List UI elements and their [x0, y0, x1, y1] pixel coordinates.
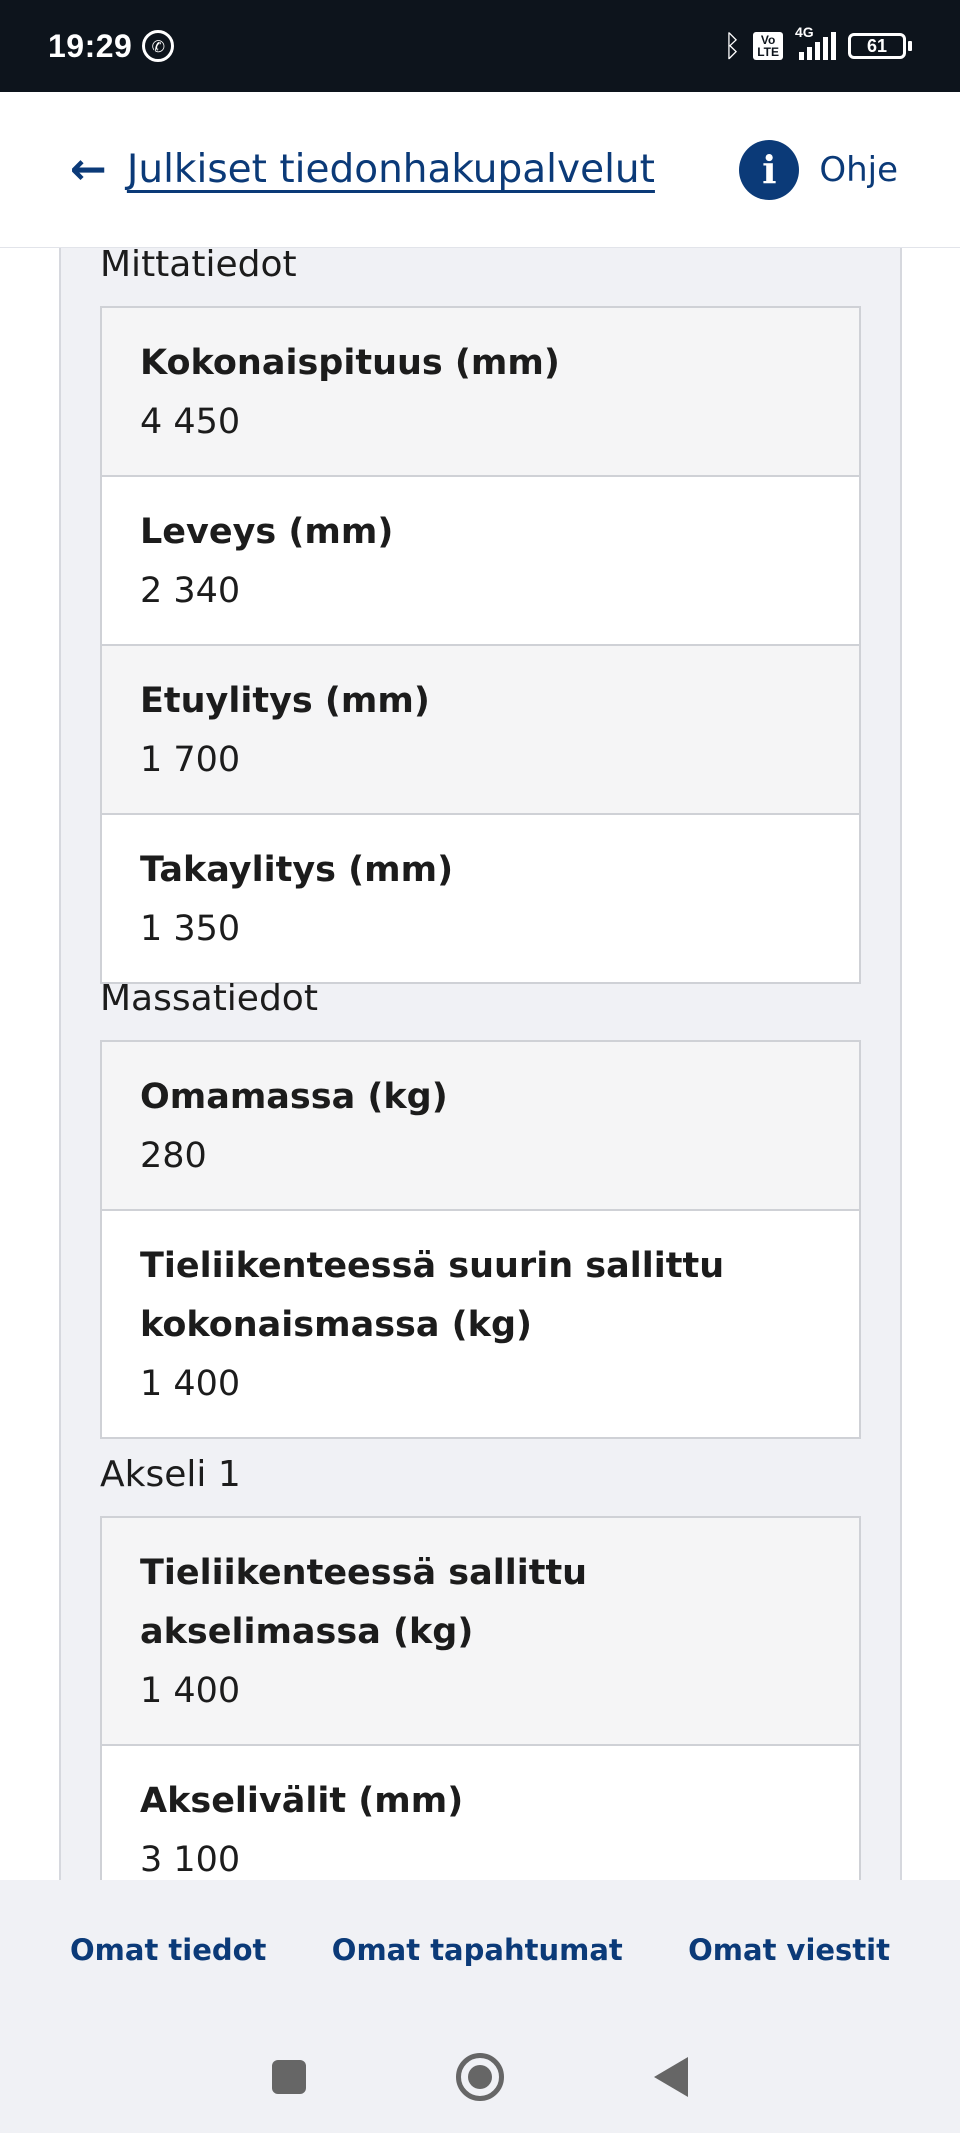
- section-title-massatiedot: Massatiedot: [100, 978, 318, 1019]
- row-label: Leveys (mm): [140, 512, 394, 552]
- list-item: Omamassa (kg) 280: [102, 1042, 859, 1209]
- row-label: Takaylitys (mm): [140, 850, 454, 890]
- row-value: 2 340: [140, 571, 241, 611]
- status-bar-left: 19:29 ✆: [48, 27, 175, 65]
- row-label: Tieliikenteessä sallittu akselimassa (kg…: [140, 1553, 588, 1652]
- signal-icon: 4G: [795, 24, 836, 60]
- info-icon: i: [739, 139, 800, 200]
- system-navigation-bar: [0, 2020, 960, 2133]
- row-value: 1 400: [140, 1671, 241, 1711]
- help-button[interactable]: i Ohje: [739, 139, 898, 200]
- section-title-akseli-1: Akseli 1: [100, 1454, 241, 1495]
- status-bar-right: ᛒ Vo LTE 4G 61: [723, 24, 912, 64]
- row-value: 280: [140, 1136, 207, 1176]
- main-content[interactable]: Mittatiedot Kokonaispituus (mm) 4 450 Le…: [0, 248, 960, 1880]
- row-value: 1 700: [140, 740, 241, 780]
- whatsapp-icon: ✆: [142, 30, 175, 62]
- list-item: Akselivälit (mm) 3 100: [102, 1744, 859, 1880]
- battery-icon: 61: [848, 33, 912, 59]
- row-label: Akselivälit (mm): [140, 1781, 464, 1821]
- section-title-mittatiedot: Mittatiedot: [100, 248, 297, 285]
- home-icon[interactable]: [456, 2052, 504, 2101]
- nav-omat-tiedot[interactable]: Omat tiedot: [70, 1933, 266, 1967]
- list-item: Leveys (mm) 2 340: [102, 475, 859, 644]
- nav-omat-tapahtumat[interactable]: Omat tapahtumat: [332, 1933, 623, 1967]
- row-value: 3 100: [140, 1840, 241, 1880]
- arrow-left-icon: ←: [70, 143, 107, 195]
- row-value: 1 400: [140, 1364, 241, 1404]
- help-label: Ohje: [819, 149, 898, 190]
- battery-level: 61: [848, 33, 906, 59]
- bottom-navigation: Omat tiedot Omat tapahtumat Omat viestit: [0, 1880, 960, 2020]
- list-item: Kokonaispituus (mm) 4 450: [102, 308, 859, 475]
- network-type: 4G: [795, 24, 814, 40]
- recent-apps-icon[interactable]: [272, 2059, 306, 2094]
- back-link[interactable]: ← Julkiset tiedonhakupalvelut: [70, 147, 655, 192]
- row-label: Tieliikenteessä suurin sallittu kokonais…: [140, 1246, 725, 1345]
- row-value: 4 450: [140, 402, 241, 442]
- akseli-card: Tieliikenteessä sallittu akselimassa (kg…: [100, 1516, 861, 1880]
- row-label: Etuylitys (mm): [140, 681, 430, 721]
- list-item: Takaylitys (mm) 1 350: [102, 813, 859, 982]
- back-link-label: Julkiset tiedonhakupalvelut: [126, 147, 655, 192]
- status-time: 19:29: [48, 27, 133, 64]
- mittatiedot-card: Kokonaispituus (mm) 4 450 Leveys (mm) 2 …: [100, 306, 861, 984]
- nav-omat-viestit[interactable]: Omat viestit: [688, 1933, 890, 1967]
- row-value: 1 350: [140, 909, 241, 949]
- volte-icon: Vo LTE: [753, 32, 783, 60]
- massatiedot-card: Omamassa (kg) 280 Tieliikenteessä suurin…: [100, 1040, 861, 1439]
- row-label: Kokonaispituus (mm): [140, 343, 560, 383]
- list-item: Etuylitys (mm) 1 700: [102, 644, 859, 813]
- list-item: Tieliikenteessä sallittu akselimassa (kg…: [102, 1518, 859, 1744]
- app-header: ← Julkiset tiedonhakupalvelut i Ohje: [0, 92, 960, 248]
- status-bar: 19:29 ✆ ᛒ Vo LTE 4G 61: [0, 0, 960, 92]
- bluetooth-icon: ᛒ: [723, 28, 742, 64]
- list-item: Tieliikenteessä suurin sallittu kokonais…: [102, 1209, 859, 1437]
- row-label: Omamassa (kg): [140, 1077, 448, 1117]
- back-triangle-icon[interactable]: [654, 2056, 688, 2097]
